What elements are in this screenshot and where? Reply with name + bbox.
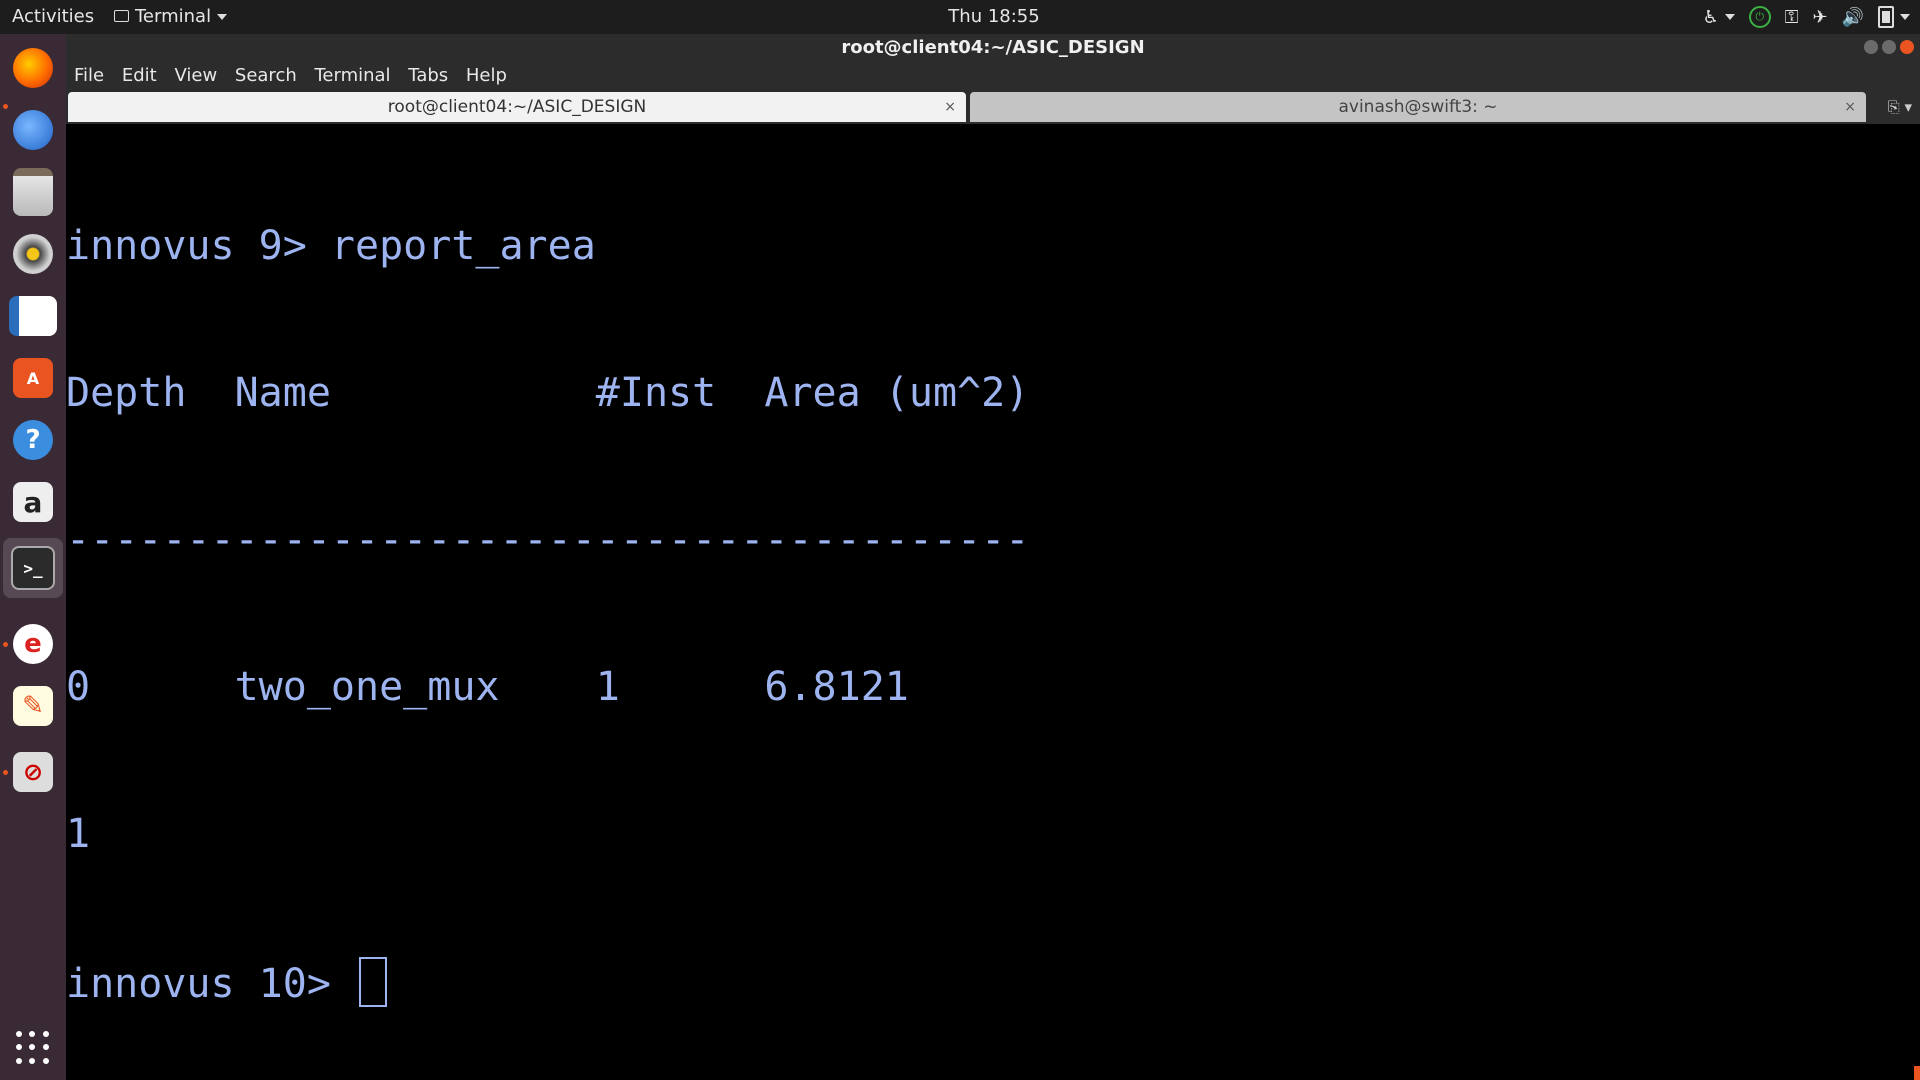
volume-icon[interactable]: 🔊 bbox=[1842, 7, 1864, 28]
help-icon[interactable]: ? bbox=[9, 416, 57, 464]
clock[interactable]: Thu 18:55 bbox=[0, 6, 1920, 27]
accessibility-icon[interactable]: ♿ bbox=[1703, 7, 1735, 28]
rhythmbox-icon[interactable] bbox=[9, 230, 57, 278]
menu-tabs[interactable]: Tabs bbox=[408, 65, 448, 86]
terminal-line: innovus 9> report_area bbox=[66, 223, 596, 269]
files-icon[interactable] bbox=[9, 168, 57, 216]
writer-icon[interactable] bbox=[9, 292, 57, 340]
running-indicator bbox=[3, 642, 8, 647]
close-tab-icon[interactable]: × bbox=[944, 92, 956, 122]
terminal-icon[interactable]: >_ bbox=[3, 538, 63, 598]
tab-label: root@client04:~/ASIC_DESIGN bbox=[387, 97, 647, 117]
software-center-icon[interactable]: A bbox=[9, 354, 57, 402]
window-title: root@client04:~/ASIC_DESIGN bbox=[841, 37, 1145, 58]
menu-file[interactable]: File bbox=[74, 65, 104, 86]
terminal-line: Depth Name #Inst Area (um^2) bbox=[66, 370, 1030, 416]
resize-handle[interactable] bbox=[1914, 1066, 1920, 1080]
tab-label: avinash@swift3: ~ bbox=[1338, 97, 1498, 117]
minimize-button[interactable] bbox=[1864, 40, 1878, 54]
new-tab-icon[interactable]: ⎘ ▾ bbox=[1888, 98, 1912, 116]
window-title-bar[interactable]: root@client04:~/ASIC_DESIGN bbox=[66, 34, 1920, 62]
menu-terminal[interactable]: Terminal bbox=[314, 65, 390, 86]
network-icon[interactable]: ⚿ bbox=[1785, 7, 1799, 28]
amazon-icon[interactable]: a bbox=[9, 478, 57, 526]
dock: A ? a >_ e ✎ ⊘ bbox=[0, 34, 66, 1080]
running-indicator bbox=[3, 104, 8, 109]
top-bar: Activities Terminal Thu 18:55 ♿ ⏻ ⚿ ✈ 🔊 bbox=[0, 0, 1920, 34]
close-button[interactable] bbox=[1900, 40, 1914, 54]
menu-search[interactable]: Search bbox=[235, 65, 297, 86]
terminal-line: 1 bbox=[66, 811, 91, 857]
airplane-icon[interactable]: ✈ bbox=[1812, 7, 1827, 28]
menu-help[interactable]: Help bbox=[466, 65, 507, 86]
close-tab-icon[interactable]: × bbox=[1844, 92, 1856, 122]
power-indicator-icon[interactable]: ⏻ bbox=[1748, 6, 1771, 28]
tab-bar: root@client04:~/ASIC_DESIGN × avinash@sw… bbox=[66, 90, 1920, 124]
terminal-output[interactable]: innovus 9> report_area Depth Name #Inst … bbox=[66, 124, 1920, 1080]
app-icon[interactable]: ⊘ bbox=[9, 748, 57, 796]
terminal-line: 0 two_one_mux 1 6.8121 bbox=[66, 664, 909, 710]
running-indicator bbox=[3, 770, 8, 775]
app-icon[interactable]: e bbox=[9, 620, 57, 668]
prompt-text: innovus 10> bbox=[66, 961, 355, 1007]
terminal-line: ---------------------------------------- bbox=[66, 517, 1030, 563]
battery-icon[interactable] bbox=[1878, 6, 1910, 28]
menu-edit[interactable]: Edit bbox=[122, 65, 157, 86]
show-apps-icon[interactable] bbox=[9, 1024, 57, 1072]
system-tray: ♿ ⏻ ⚿ ✈ 🔊 bbox=[1703, 4, 1910, 30]
prompt-line[interactable]: innovus 10> bbox=[66, 957, 1920, 1007]
text-cursor bbox=[358, 957, 387, 1007]
tab-avinash-swift3[interactable]: avinash@swift3: ~ × bbox=[970, 92, 1866, 122]
text-editor-icon[interactable]: ✎ bbox=[9, 682, 57, 730]
firefox-icon[interactable] bbox=[9, 44, 57, 92]
menu-bar: File Edit View Search Terminal Tabs Help bbox=[66, 62, 1920, 90]
tab-root-client04[interactable]: root@client04:~/ASIC_DESIGN × bbox=[68, 92, 966, 122]
menu-view[interactable]: View bbox=[174, 65, 217, 86]
maximize-button[interactable] bbox=[1882, 40, 1896, 54]
thunderbird-icon[interactable] bbox=[9, 106, 57, 154]
